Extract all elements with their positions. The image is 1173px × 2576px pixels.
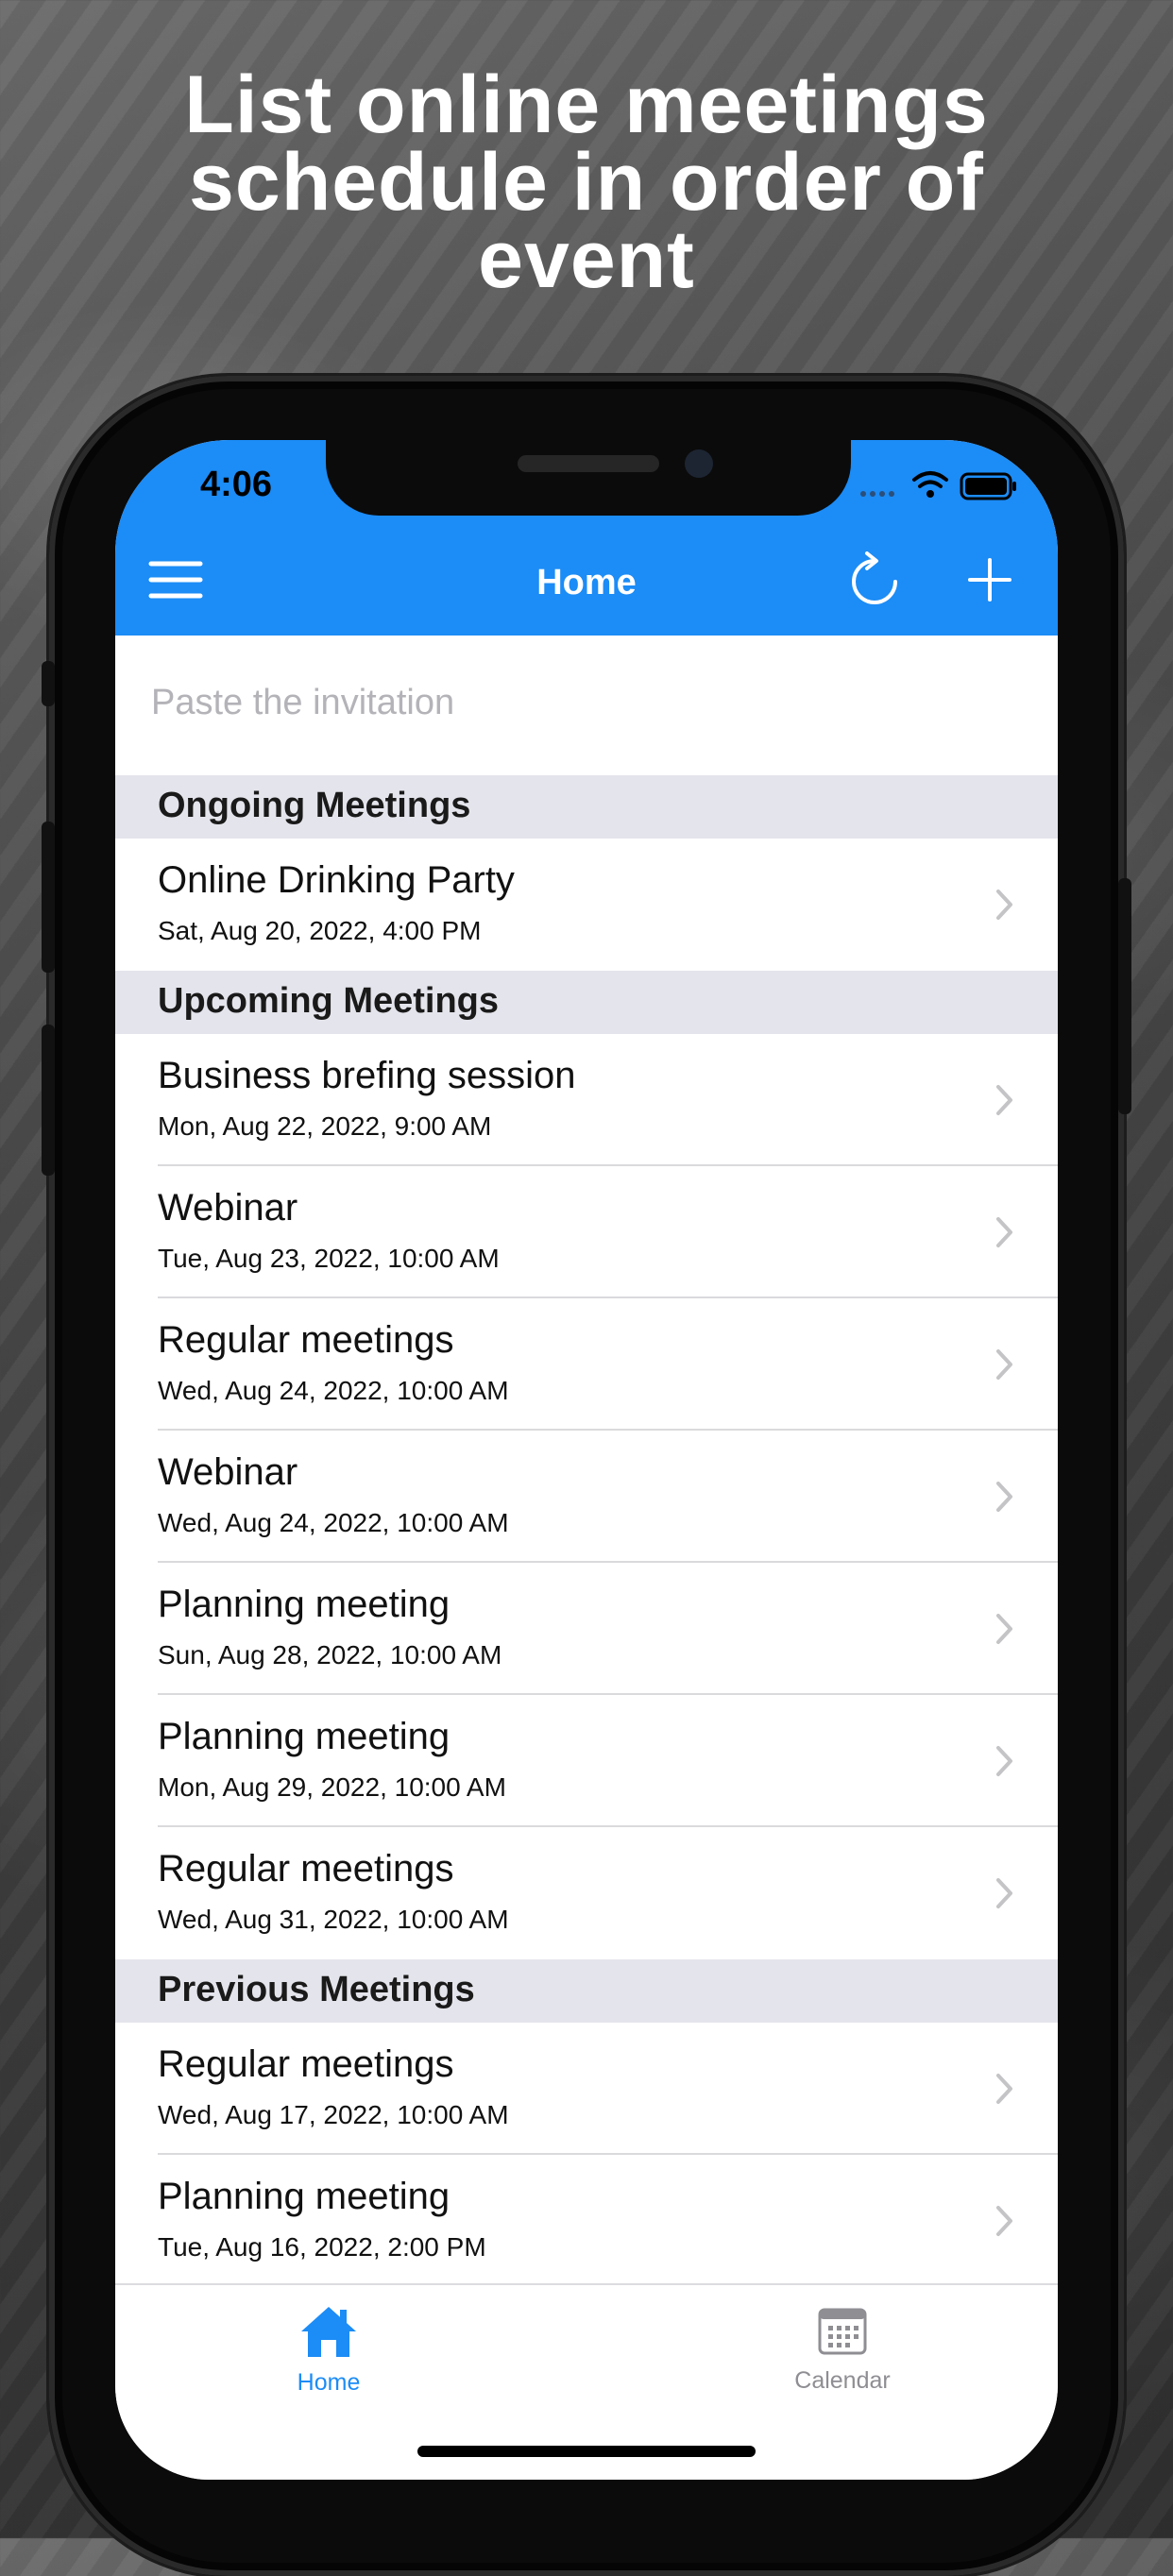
meeting-row[interactable]: Webinar Tue, Aug 23, 2022, 10:00 AM [115, 1166, 1058, 1298]
meeting-row[interactable]: Planning meeting Sun, Aug 28, 2022, 10:00… [115, 1563, 1058, 1695]
chevron-right-icon [996, 1614, 1012, 1644]
meeting-title: Planning meeting [158, 1716, 450, 1757]
chevron-right-icon [996, 2074, 1012, 2104]
section-header: Previous Meetings [115, 1959, 1058, 2023]
meeting-row[interactable]: Regular meetings Wed, Aug 24, 2022, 10:00… [115, 1298, 1058, 1431]
headline-line-2: schedule in order of [189, 137, 984, 228]
marketing-headline: List online meetings schedule in order o… [0, 59, 1173, 305]
meeting-date: Mon, Aug 22, 2022, 9:00 AM [158, 1111, 492, 1141]
section-header-label: Upcoming Meetings [158, 981, 500, 1021]
battery-icon [960, 472, 1016, 500]
invitation-input-row [115, 636, 1058, 775]
meeting-date: Mon, Aug 29, 2022, 10:00 AM [158, 1772, 506, 1802]
tab-home-label: Home [297, 2369, 361, 2396]
invitation-input[interactable] [149, 673, 1003, 732]
meeting-date: Wed, Aug 24, 2022, 10:00 AM [158, 1508, 509, 1537]
meeting-row[interactable]: Regular meetings Wed, Aug 17, 2022, 10:00… [115, 2023, 1058, 2155]
device-notch [326, 440, 851, 516]
front-camera [685, 449, 713, 478]
chevron-right-icon [996, 1746, 1012, 1776]
meeting-title: Planning meeting [158, 1584, 450, 1625]
section-header-label: Previous Meetings [158, 1970, 475, 2009]
meeting-row[interactable]: Planning meeting Mon, Aug 29, 2022, 10:00… [115, 1695, 1058, 1827]
headline-line-3: event [478, 214, 695, 305]
meeting-date: Sun, Aug 28, 2022, 10:00 AM [158, 1640, 502, 1669]
meeting-date: Tue, Aug 23, 2022, 10:00 AM [158, 1244, 500, 1273]
meeting-title: Planning meeting [158, 2176, 450, 2217]
section-header: Upcoming Meetings [115, 971, 1058, 1034]
refresh-button[interactable] [837, 542, 912, 618]
chevron-right-icon [996, 1349, 1012, 1380]
section-header: Ongoing Meetings [115, 775, 1058, 839]
tab-calendar-label: Calendar [794, 2367, 891, 2394]
tab-home[interactable]: Home [234, 2304, 423, 2408]
meeting-title: Online Drinking Party [158, 859, 515, 901]
status-icons [860, 471, 1016, 500]
section-header-label: Ongoing Meetings [158, 786, 471, 825]
meeting-row[interactable]: Online Drinking Party Sat, Aug 20, 2022, … [115, 839, 1058, 971]
meeting-date: Tue, Aug 16, 2022, 2:00 PM [158, 2232, 486, 2262]
power-button [1118, 878, 1131, 1114]
chevron-right-icon [996, 1085, 1012, 1115]
chevron-right-icon [996, 1217, 1012, 1247]
chevron-right-icon [996, 890, 1012, 920]
wifi-icon [912, 471, 948, 488]
meeting-title: Business brefing session [158, 1055, 576, 1096]
meeting-row[interactable]: Planning meeting Tue, Aug 16, 2022, 2:00 … [115, 2155, 1058, 2287]
meeting-row[interactable]: Webinar Wed, Aug 24, 2022, 10:00 AM [115, 1431, 1058, 1563]
plus-icon [968, 558, 1012, 602]
headline-line-1: List online meetings [184, 59, 989, 150]
meeting-title: Regular meetings [158, 2043, 454, 2085]
meeting-title: Webinar [158, 1451, 298, 1493]
meeting-date: Sat, Aug 20, 2022, 4:00 PM [158, 916, 482, 945]
home-indicator [417, 2446, 756, 2457]
meeting-title: Regular meetings [158, 1848, 454, 1890]
tab-calendar[interactable]: Calendar [748, 2304, 937, 2408]
navigation-bar: 4:06 Home [115, 440, 1058, 636]
calendar-icon [818, 2308, 867, 2355]
earpiece-speaker [518, 455, 659, 472]
app-screen: 4:06 Home Paste the invitation Ongoing M… [115, 440, 1058, 2480]
meeting-date: Wed, Aug 17, 2022, 10:00 AM [158, 2100, 509, 2129]
status-time: 4:06 [200, 465, 273, 504]
chevron-right-icon [996, 1482, 1012, 1512]
meeting-date: Wed, Aug 24, 2022, 10:00 AM [158, 1376, 509, 1405]
chevron-right-icon [996, 2206, 1012, 2236]
meeting-date: Wed, Aug 31, 2022, 10:00 AM [158, 1905, 509, 1934]
meeting-title: Webinar [158, 1187, 298, 1229]
chevron-right-icon [996, 1878, 1012, 1908]
meeting-row[interactable]: Regular meetings Wed, Aug 31, 2022, 10:00… [115, 1827, 1058, 1959]
page-title: Home [536, 563, 637, 602]
refresh-icon [852, 551, 897, 604]
mute-switch [42, 661, 55, 706]
volume-down-button [42, 1025, 55, 1176]
cellular-signal-icon [860, 491, 894, 497]
meeting-title: Regular meetings [158, 1319, 454, 1361]
house-icon [301, 2307, 356, 2357]
volume-up-button [42, 822, 55, 973]
add-meeting-button[interactable] [952, 542, 1028, 618]
meeting-row[interactable]: Business brefing session Mon, Aug 22, 202… [115, 1034, 1058, 1166]
